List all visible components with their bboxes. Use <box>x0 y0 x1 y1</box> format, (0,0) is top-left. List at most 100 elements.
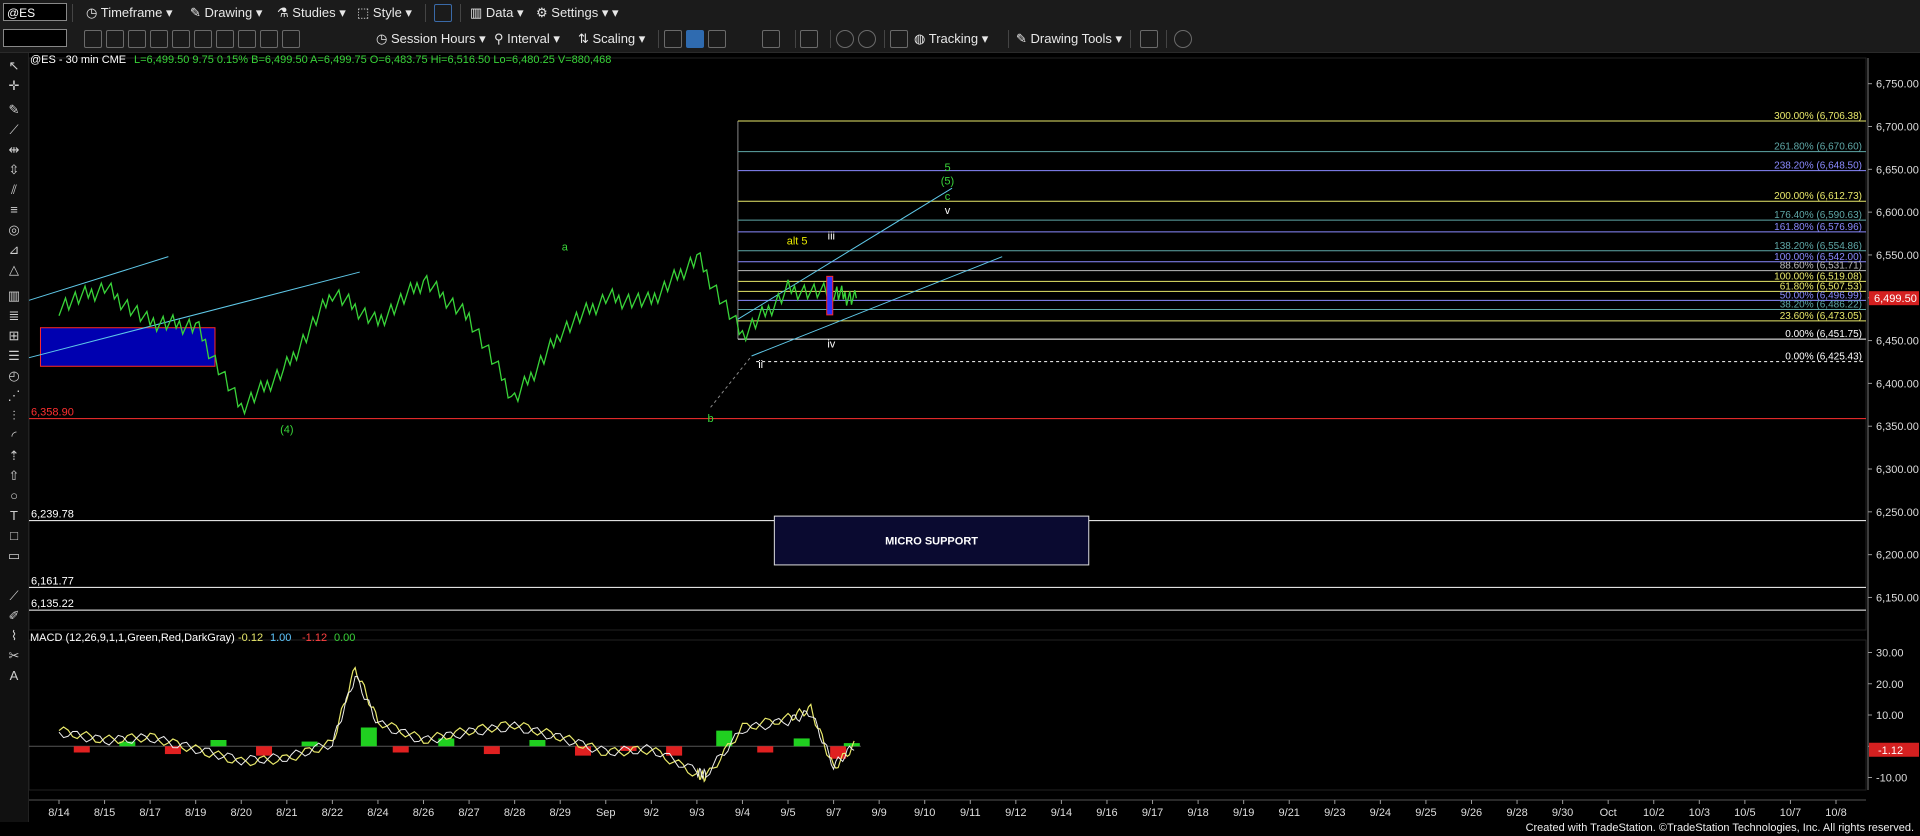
fib-level-label: 176.40% (6,590.63) <box>1774 210 1862 221</box>
x-tick-label: 10/2 <box>1643 807 1664 819</box>
x-tick-label: 8/21 <box>276 807 297 819</box>
macd-histogram-bar <box>73 746 90 753</box>
x-tick-label: 8/29 <box>549 807 570 819</box>
macd-histogram-bar <box>256 746 273 756</box>
price-tick-label: 6,250.00 <box>1876 507 1919 519</box>
fib-level-label: 23.60% (6,473.05) <box>1780 311 1862 322</box>
wave-label: iv <box>827 338 835 350</box>
footer: Created with TradeStation. ©TradeStation… <box>0 822 1920 836</box>
x-tick-label: 10/8 <box>1825 807 1846 819</box>
price-tick-label: 6,700.00 <box>1876 122 1919 134</box>
x-tick-label: 9/28 <box>1506 807 1527 819</box>
x-tick-label: 8/14 <box>48 807 69 819</box>
chart-title: @ES - 30 min CME <box>30 54 126 66</box>
support-label: 6,358.90 <box>31 407 74 419</box>
wave-label: (5) <box>941 176 954 188</box>
x-tick-label: 9/2 <box>644 807 659 819</box>
price-tick-label: 6,400.00 <box>1876 378 1919 390</box>
support-label: 6,161.77 <box>31 575 74 587</box>
macd-tick-label: 30.00 <box>1876 648 1904 660</box>
macd-last-label: -1.12 <box>1878 745 1903 757</box>
peak-highlight-box <box>826 275 834 316</box>
x-tick-label: 9/17 <box>1142 807 1163 819</box>
x-tick-label: 8/27 <box>458 807 479 819</box>
x-tick-label: 8/17 <box>139 807 160 819</box>
fib-level-label: 261.80% (6,670.60) <box>1774 142 1862 153</box>
wave-dotted-line <box>710 355 752 408</box>
wave-label: c <box>945 191 951 203</box>
x-tick-label: 8/24 <box>367 807 388 819</box>
x-tick-label: 9/24 <box>1370 807 1391 819</box>
fib-level-label: 0.00% (6,451.75) <box>1785 329 1862 340</box>
x-tick-label: 10/5 <box>1734 807 1755 819</box>
macd-histogram-bar <box>392 746 409 753</box>
x-tick-label: 8/19 <box>185 807 206 819</box>
x-tick-label: 9/16 <box>1096 807 1117 819</box>
wave-label: iii <box>828 231 835 243</box>
wave-label: b <box>708 413 714 425</box>
x-tick-label: 9/12 <box>1005 807 1026 819</box>
price-tick-label: 6,300.00 <box>1876 464 1919 476</box>
x-tick-label: 9/30 <box>1552 807 1573 819</box>
channel-line <box>737 187 953 320</box>
wave-label: ii <box>758 359 763 371</box>
macd-title: MACD (12,26,9,1,1,Green,Red,DarkGray) <box>30 632 235 644</box>
price-tick-label: 6,450.00 <box>1876 336 1919 348</box>
channel-line <box>28 256 169 301</box>
x-tick-label: 9/4 <box>735 807 750 819</box>
x-tick-label: Sep <box>596 807 616 819</box>
credit-text: Created with TradeStation. ©TradeStation… <box>1525 822 1914 834</box>
fib-level-label: 200.00% (6,612.73) <box>1774 191 1862 202</box>
support-label: 6,135.22 <box>31 598 74 610</box>
macd-value: 1.00 <box>270 632 291 644</box>
macd-histogram-bar <box>210 740 227 747</box>
x-tick-label: 9/21 <box>1279 807 1300 819</box>
macd-signal-line <box>58 675 855 780</box>
macd-tick-label: -10.00 <box>1876 773 1907 785</box>
wave-label: v <box>945 205 951 217</box>
x-tick-label: 9/25 <box>1415 807 1436 819</box>
wave-label: 5 <box>944 162 950 174</box>
x-tick-label: 9/23 <box>1324 807 1345 819</box>
fib-level-label: 0.00% (6,425.43) <box>1785 352 1862 363</box>
macd-tick-label: 10.00 <box>1876 710 1904 722</box>
quote-header: L=6,499.50 9.75 0.15% B=6,499.50 A=6,499… <box>134 54 611 66</box>
x-tick-label: 10/3 <box>1689 807 1710 819</box>
x-tick-label: 9/14 <box>1051 807 1072 819</box>
last-price-label: 6,499.50 <box>1874 293 1917 305</box>
x-tick-label: 10/7 <box>1780 807 1801 819</box>
price-chart[interactable]: @ES - 30 min CME L=6,499.50 9.75 0.15% B=… <box>0 0 1920 836</box>
price-tick-label: 6,550.00 <box>1876 250 1919 262</box>
macd-tick-label: 20.00 <box>1876 679 1904 691</box>
fib-level-label: 38.20% (6,486.22) <box>1780 300 1862 311</box>
x-tick-label: Oct <box>1600 807 1617 819</box>
price-tick-label: 6,150.00 <box>1876 592 1919 604</box>
macd-panel <box>28 639 1867 791</box>
x-tick-label: 9/19 <box>1233 807 1254 819</box>
x-tick-label: 9/9 <box>872 807 887 819</box>
x-tick-label: 9/11 <box>960 807 981 819</box>
x-tick-label: 9/18 <box>1187 807 1208 819</box>
price-tick-label: 6,200.00 <box>1876 550 1919 562</box>
price-tick-label: 6,350.00 <box>1876 421 1919 433</box>
consolidation-box <box>39 327 216 367</box>
macd-histogram-bar <box>757 746 774 753</box>
fib-level-label: 238.20% (6,648.50) <box>1774 161 1862 172</box>
macd-histogram-bar <box>793 738 810 747</box>
x-tick-label: 9/26 <box>1461 807 1482 819</box>
macd-histogram-bar <box>483 746 500 755</box>
x-tick-label: 9/7 <box>826 807 841 819</box>
x-tick-label: 8/28 <box>504 807 525 819</box>
price-tick-label: 6,750.00 <box>1876 79 1919 91</box>
macd-value: -0.12 <box>238 632 263 644</box>
macd-value: 0.00 <box>334 632 355 644</box>
x-tick-label: 8/20 <box>231 807 252 819</box>
macd-value: -1.12 <box>302 632 327 644</box>
macd-line <box>58 666 855 783</box>
price-tick-label: 6,600.00 <box>1876 207 1919 219</box>
x-tick-label: 8/26 <box>413 807 434 819</box>
micro-support-label: MICRO SUPPORT <box>885 536 978 548</box>
macd-histogram-bar <box>529 740 546 747</box>
wave-label: (4) <box>280 424 293 436</box>
x-tick-label: 8/15 <box>94 807 115 819</box>
